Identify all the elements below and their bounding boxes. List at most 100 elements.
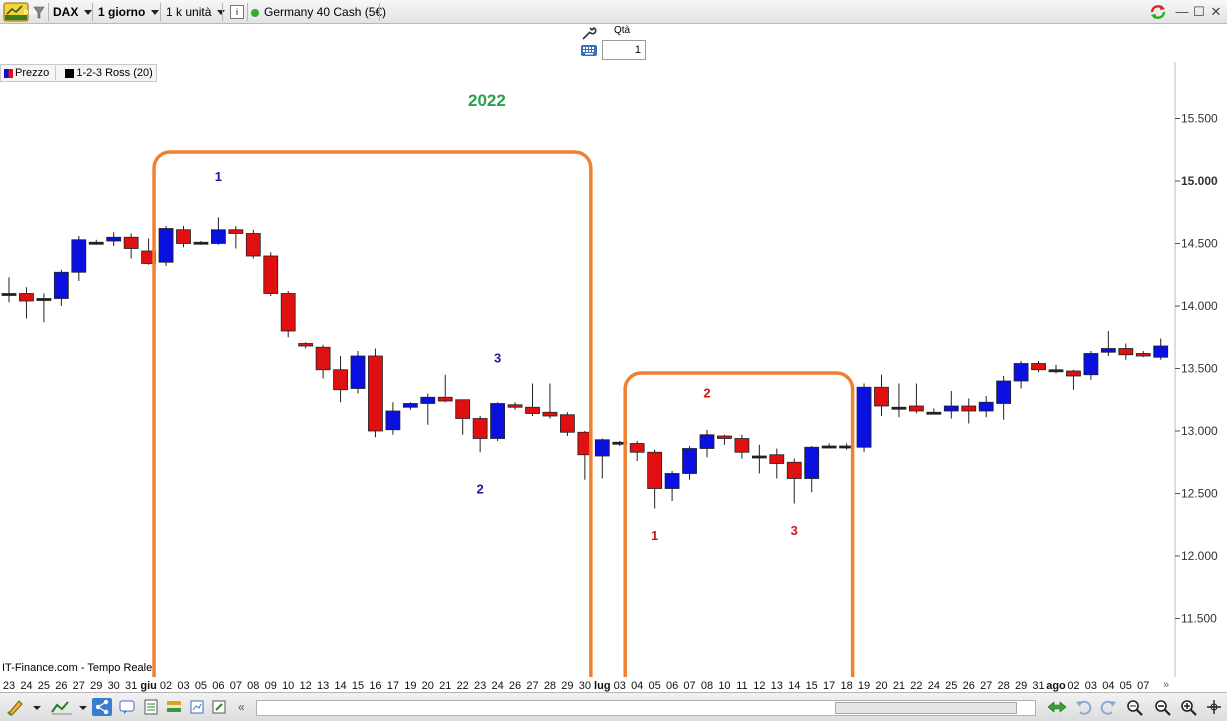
- candle-body: [315, 346, 331, 371]
- candle-body: [961, 405, 977, 412]
- x-tick-label: 20: [422, 680, 434, 692]
- crosshair-icon[interactable]: [1204, 698, 1224, 716]
- x-tick-label: 29: [561, 680, 573, 692]
- candle-body: [490, 403, 506, 439]
- x-tick-label: 12: [300, 680, 312, 692]
- candle: [263, 252, 279, 296]
- candle-body: [909, 405, 924, 412]
- y-tick-label: 15.500: [1181, 112, 1218, 126]
- instrument-name: Germany 40 Cash (5€): [264, 5, 387, 19]
- highlight-box: [623, 371, 855, 677]
- ross-point-label: 3: [791, 523, 798, 538]
- line-chart-icon[interactable]: [50, 698, 74, 716]
- x-tick-label: 09: [265, 680, 277, 692]
- candle: [542, 383, 558, 419]
- chart-legend[interactable]: Prezzo 1-2-3 Ross (20): [0, 64, 157, 82]
- chat-icon[interactable]: [118, 698, 136, 716]
- chevron-down-icon[interactable]: [32, 698, 42, 716]
- zoom-out-icon[interactable]: [1152, 698, 1174, 716]
- candle: [909, 383, 924, 414]
- candle: [1066, 369, 1081, 390]
- candle-body: [542, 411, 558, 417]
- settings-icon[interactable]: [210, 698, 228, 716]
- candle-body: [245, 233, 261, 257]
- candle: [19, 287, 34, 319]
- candle: [821, 443, 837, 449]
- timeframe-select[interactable]: 1 giorno: [98, 3, 160, 21]
- candle: [176, 226, 191, 248]
- candle-body: [1083, 353, 1099, 376]
- qty-label: Qtà: [614, 25, 631, 36]
- x-tick-label: giu: [140, 680, 157, 692]
- double-chevron-left-icon[interactable]: «: [238, 698, 256, 716]
- share-icon[interactable]: [92, 698, 112, 716]
- candle: [1118, 343, 1134, 360]
- pencil-draw-icon[interactable]: [6, 698, 24, 716]
- symbol-select[interactable]: DAX: [53, 3, 93, 21]
- x-tick-label: 04: [1102, 680, 1114, 692]
- chevron-down-icon[interactable]: [78, 698, 88, 716]
- zoom-in-icon[interactable]: [1178, 698, 1200, 716]
- lots-label: 1 k unità: [166, 5, 212, 19]
- candle: [525, 383, 540, 416]
- price-chart[interactable]: 1 2 3 1 2 3 11.500 12.000 12.500 13.000 13.500 14.…: [0, 62, 1227, 677]
- x-tick-label: 02: [160, 680, 172, 692]
- x-tick-label: 31: [125, 680, 137, 692]
- redo-icon[interactable]: [1100, 698, 1118, 716]
- candle-body: [1100, 348, 1116, 353]
- x-tick-label: 24: [491, 680, 503, 692]
- info-icon[interactable]: i: [230, 5, 244, 19]
- x-tick-label: 14: [788, 680, 800, 692]
- candle: [437, 374, 453, 403]
- candle-body: [53, 271, 69, 299]
- candle-body: [717, 435, 732, 439]
- candle-body: [1118, 348, 1134, 356]
- candle: [856, 383, 872, 453]
- qty-input[interactable]: [602, 40, 646, 60]
- close-button[interactable]: ✕: [1208, 4, 1224, 20]
- ross-point-label: 2: [703, 385, 710, 400]
- candle: [943, 391, 959, 419]
- candle: [1083, 351, 1099, 380]
- undo-icon[interactable]: [1074, 698, 1092, 716]
- filter-icon[interactable]: [32, 3, 46, 21]
- lots-select[interactable]: 1 k unità: [166, 3, 226, 21]
- wrench-icon[interactable]: [580, 26, 598, 42]
- candle-body: [123, 236, 139, 249]
- x-tick-label: 25: [945, 680, 957, 692]
- maximize-button[interactable]: ☐: [1191, 4, 1207, 20]
- candle-body: [996, 380, 1012, 404]
- candle: [1, 277, 17, 303]
- candle: [333, 356, 348, 403]
- horizontal-scrollbar[interactable]: [256, 700, 1036, 716]
- x-tick-label: 08: [247, 680, 259, 692]
- candle: [53, 269, 69, 306]
- chevron-down-icon: [151, 10, 160, 16]
- list-icon[interactable]: [142, 698, 160, 716]
- candle: [245, 229, 261, 259]
- zoom-fit-icon[interactable]: [1124, 698, 1146, 716]
- candlestick-chart[interactable]: 1 2 3 1 2 3 11.500 12.000 12.500 13.000 13.500 14.…: [0, 62, 1227, 677]
- candle-body: [1031, 363, 1046, 371]
- candle: [88, 239, 104, 245]
- scroll-right-icon[interactable]: »: [1163, 679, 1169, 691]
- candle: [280, 291, 296, 338]
- indicator-icon[interactable]: [165, 698, 183, 716]
- x-tick-label: 28: [544, 680, 556, 692]
- scrollbar-thumb[interactable]: [835, 702, 1017, 714]
- template-icon[interactable]: [188, 698, 206, 716]
- move-arrows-icon[interactable]: [1046, 698, 1068, 716]
- bottom-toolbar: «: [0, 692, 1227, 721]
- year-annotation: 2022: [468, 91, 506, 110]
- candle-body: [228, 229, 244, 234]
- x-tick-label: 28: [998, 680, 1010, 692]
- candle: [1048, 364, 1064, 374]
- keyboard-icon[interactable]: [580, 43, 598, 58]
- x-tick-label: 14: [334, 680, 346, 692]
- refresh-icon[interactable]: [1148, 3, 1168, 21]
- candle: [368, 348, 383, 438]
- candle: [594, 438, 610, 479]
- x-tick-label: 03: [1085, 680, 1097, 692]
- candle: [786, 458, 802, 504]
- minimize-button[interactable]: —: [1174, 4, 1190, 20]
